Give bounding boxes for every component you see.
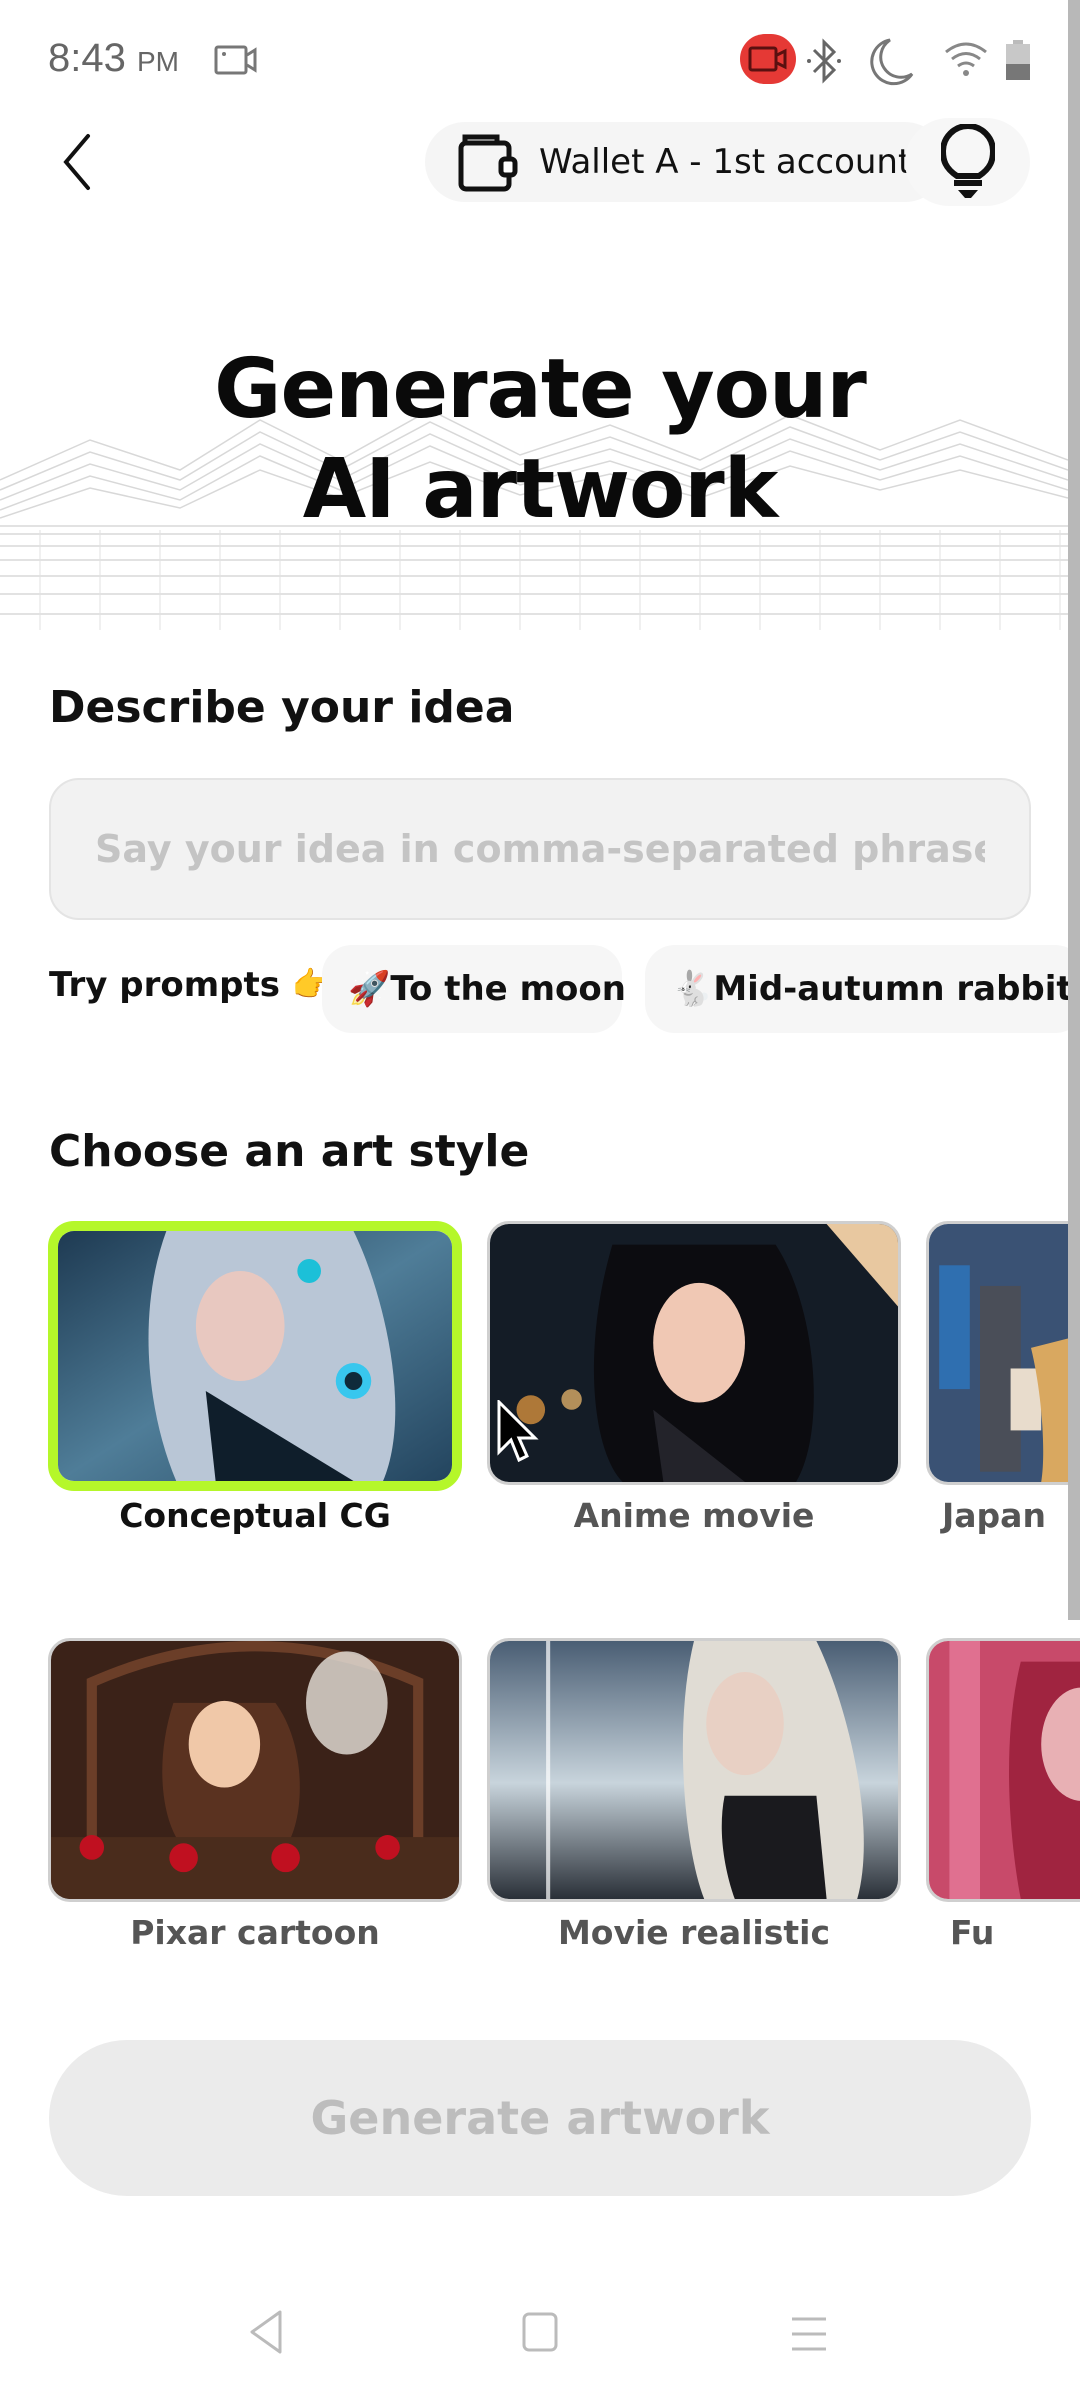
status-time: 8:43 PM [48,36,179,81]
generate-artwork-button[interactable]: Generate artwork [49,2040,1031,2196]
title-line-1: Generate your [214,342,867,437]
battery-icon [1006,40,1030,80]
recording-indicator [740,34,796,84]
describe-section-title: Describe your idea [49,682,515,733]
nav-home-icon[interactable] [522,2312,558,2352]
anime-movie-thumbnail [490,1224,898,1482]
fu-style-thumbnail [929,1641,1080,1899]
scrollbar[interactable] [1068,0,1080,1620]
wallet-selector[interactable]: Wallet A - 1st account [425,122,945,202]
style-tile-anime-movie[interactable] [487,1221,901,1485]
nav-back-icon[interactable] [248,2310,284,2354]
time-text: 8:43 [48,36,126,80]
movie-realistic-thumbnail [490,1641,898,1899]
prompt-chip-label: Mid-autumn rabbits [713,969,1080,1009]
style-label: Movie realistic [557,1913,831,1952]
idea-input[interactable] [49,778,1031,920]
tips-button[interactable] [905,118,1030,206]
style-label: Japan [942,1496,1046,1535]
screen-record-icon [748,46,787,72]
screen-record-icon [214,45,257,75]
pixar-cartoon-thumbnail [51,1641,459,1899]
art-style-section-title: Choose an art style [49,1126,530,1177]
style-label: Fu [950,1913,995,1952]
style-tile-conceptual-cg[interactable] [48,1221,462,1491]
rabbit-icon: 🐇 [671,969,714,1009]
style-label: Pixar cartoon [130,1913,380,1952]
back-button[interactable] [58,132,98,192]
ampm-text: PM [136,46,179,77]
style-label: Anime movie [573,1496,815,1535]
style-label: Conceptual CG [119,1496,391,1535]
prompt-chip-label: To the moon [390,969,626,1009]
prompt-chip-to-the-moon[interactable]: 🚀 To the moon [322,945,626,1033]
do-not-disturb-moon-icon [870,38,914,86]
bluetooth-icon [807,38,841,84]
mouse-cursor-icon [497,1400,539,1463]
style-tile-japan[interactable] [926,1221,1080,1485]
prompt-chip-mid-autumn-rabbits[interactable]: 🐇 Mid-autumn rabbits [645,945,1080,1033]
japan-thumbnail [929,1224,1080,1482]
rocket-icon: 🚀 [348,969,391,1009]
page-title: Generate your AI artwork [0,340,1080,540]
title-line-2: AI artwork [302,442,779,537]
style-tile-movie-realistic[interactable] [487,1638,901,1902]
style-tile-pixar-cartoon[interactable] [48,1638,462,1902]
conceptual-cg-thumbnail [58,1231,452,1481]
wallet-label: Wallet A - 1st account [539,142,912,182]
wifi-icon [945,42,987,76]
try-prompts-label: Try prompts 👉 [49,965,334,1005]
nav-recents-icon[interactable] [790,2316,828,2352]
try-prompts-text: Try prompts [49,965,280,1005]
wallet-icon [458,134,518,192]
lightbulb-icon [940,124,995,198]
style-tile-fu[interactable] [926,1638,1080,1902]
